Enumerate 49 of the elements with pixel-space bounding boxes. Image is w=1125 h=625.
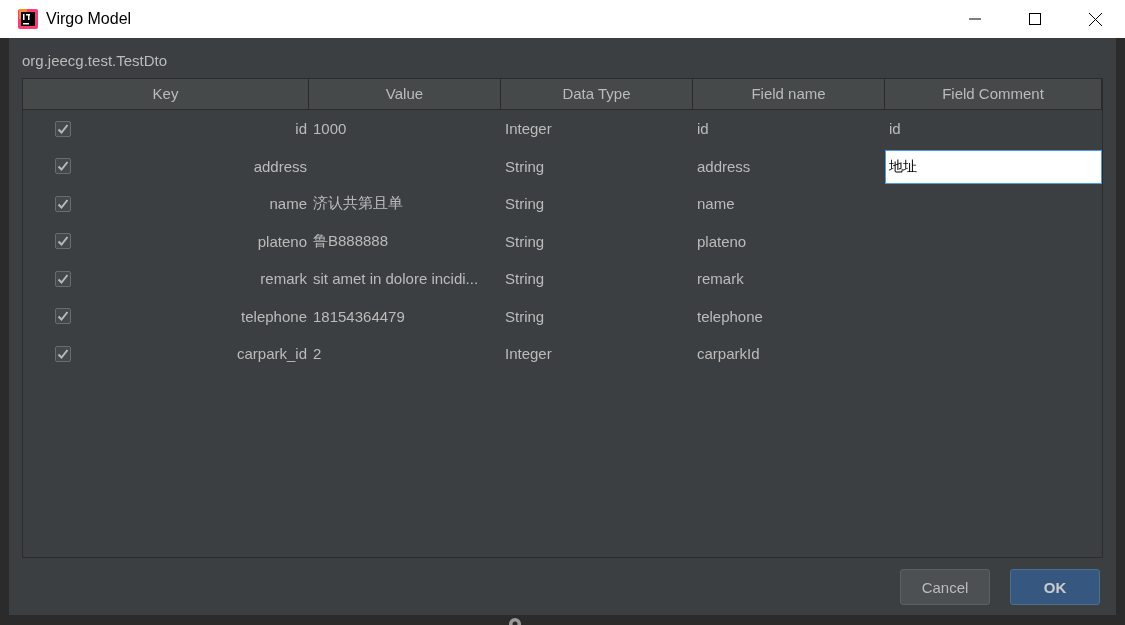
table-cell: Integer — [505, 120, 552, 138]
table-cell: 鲁B888888 — [313, 231, 389, 251]
table-cell: remark — [697, 270, 744, 288]
window-title: Virgo Model — [46, 10, 133, 28]
column-header[interactable]: Value — [309, 79, 501, 110]
checkbox[interactable] — [55, 158, 71, 175]
gear-icon[interactable] — [507, 615, 523, 625]
table-cell: name — [269, 195, 307, 213]
column-header[interactable]: Field name — [693, 79, 885, 110]
table-cell: 1000 — [313, 120, 347, 138]
table-cell: sit amet in dolore incidi... — [313, 270, 479, 288]
table-cell: carpark_id — [236, 345, 307, 363]
table-cell: address — [697, 157, 751, 175]
table-cell: String — [505, 157, 545, 175]
table-cell: name — [697, 195, 735, 213]
checkbox[interactable] — [55, 270, 71, 287]
table-cell: 18154364479 — [313, 307, 405, 325]
table-cell: String — [505, 307, 545, 325]
table-cell: Integer — [505, 345, 552, 363]
column-header[interactable]: Key — [23, 79, 309, 110]
checkbox[interactable] — [55, 120, 71, 137]
table-cell: plateno — [257, 232, 307, 250]
checkbox[interactable] — [55, 345, 71, 362]
table-cell: carparkId — [697, 345, 760, 363]
table-cell: 济认共第且单 — [313, 194, 403, 214]
table-cell: address — [253, 157, 307, 175]
checkbox[interactable] — [55, 233, 71, 250]
checkbox[interactable] — [55, 195, 71, 212]
table-cell: String — [505, 232, 545, 250]
table-cell: id — [697, 120, 709, 138]
table-cell: remark — [260, 270, 307, 288]
app-logo-icon — [18, 9, 38, 29]
table-cell: 2 — [313, 345, 322, 363]
checkbox[interactable] — [55, 308, 71, 325]
table-cell: id — [889, 120, 901, 138]
maximize-icon — [1029, 13, 1041, 25]
table-cell: id — [295, 120, 307, 138]
close-icon — [1088, 12, 1102, 26]
input-field[interactable]: 地址 — [885, 149, 1102, 184]
table-cell: String — [505, 270, 545, 288]
table-cell: plateno — [697, 232, 747, 250]
table-cell: telephone — [241, 307, 307, 325]
class-name-label: org.jeecg.test.TestDto — [21, 51, 169, 71]
column-header[interactable]: Field Comment — [885, 79, 1102, 110]
cancel-button[interactable]: Cancel — [900, 569, 990, 605]
table-cell: String — [505, 195, 545, 213]
table-cell: telephone — [697, 307, 763, 325]
column-header[interactable]: Data Type — [501, 79, 693, 110]
ok-button[interactable]: OK — [1010, 569, 1100, 605]
